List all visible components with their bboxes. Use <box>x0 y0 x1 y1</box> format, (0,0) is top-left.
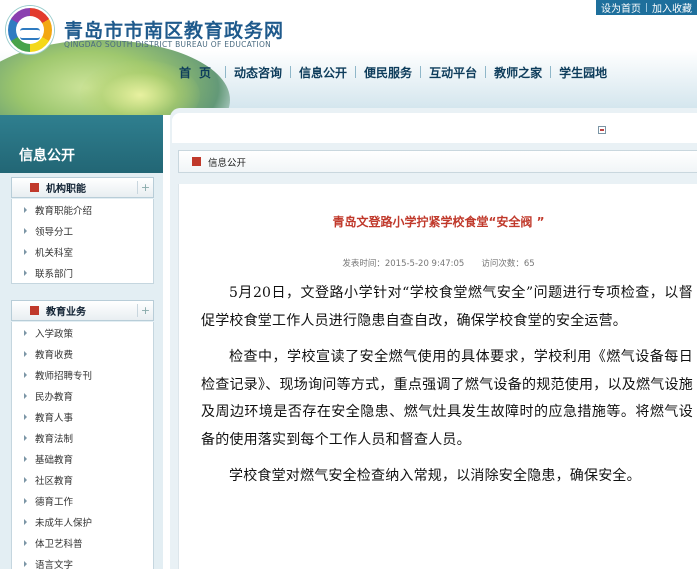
sidebar-title-text: 信息公开 <box>19 148 75 164</box>
article: 青岛文登路小学拧紧学校食堂“安全阀 ” 发表时间：2015-5-20 9:47:… <box>178 184 697 569</box>
top-links: 设为首页 加入收藏 <box>596 0 697 15</box>
sidebar-item[interactable]: 入学政策 <box>12 322 153 343</box>
sidebar-item-label: 基础教育 <box>35 454 74 466</box>
nav-students[interactable]: 学生园地 <box>551 64 615 81</box>
sidebar-item[interactable]: 体卫艺科普 <box>12 532 153 553</box>
sidebar-item-label: 联系部门 <box>35 268 74 280</box>
arrow-right-icon <box>24 476 27 483</box>
sidebar-section-agency[interactable]: 机构职能 + <box>11 177 154 198</box>
sidebar-section-label: 机构职能 <box>46 184 86 195</box>
sidebar-item[interactable]: 教育法制 <box>12 427 153 448</box>
sidebar-item-label: 社区教育 <box>35 475 74 487</box>
arrow-right-icon <box>24 227 27 234</box>
sidebar-item-label: 入学政策 <box>35 328 74 340</box>
article-meta: 发表时间：2015-5-20 9:47:05 访问次数：65 <box>342 259 535 269</box>
sidebar-item[interactable]: 机关科室 <box>12 241 153 262</box>
arrow-right-icon <box>24 329 27 336</box>
sidebar-item-label: 教育法制 <box>35 433 74 445</box>
arrow-right-icon <box>24 560 27 567</box>
sidebar-item-label: 教育职能介绍 <box>35 205 93 217</box>
sidebar-item[interactable]: 民办教育 <box>12 385 153 406</box>
arrow-right-icon <box>24 518 27 525</box>
sidebar-section-education[interactable]: 教育业务 + <box>11 300 154 321</box>
article-title: 青岛文登路小学拧紧学校食堂“安全阀 ” <box>332 215 545 229</box>
breadcrumb: 信息公开 <box>178 150 697 173</box>
print-icon[interactable] <box>598 126 606 134</box>
sidebar-item[interactable]: 未成年人保护 <box>12 511 153 532</box>
sidebar-item[interactable]: 教师招聘专刊 <box>12 364 153 385</box>
sidebar-item[interactable]: 联系部门 <box>12 262 153 283</box>
article-paragraph: 学校食堂对燃气安全检查纳入常规，以消除安全隐患，确保安全。 <box>229 468 641 484</box>
article-paragraph: 检查中，学校宣读了安全燃气使用的具体要求，学校利用《燃气设备每日检查记录》、现场… <box>201 349 693 448</box>
sidebar-item-label: 未成年人保护 <box>35 517 93 529</box>
sidebar-item-label: 体卫艺科普 <box>35 538 83 550</box>
add-favorite-link[interactable]: 加入收藏 <box>647 0 697 15</box>
sidebar-item-label: 民办教育 <box>35 391 74 403</box>
sidebar-item-label: 语言文字 <box>35 559 74 569</box>
arrow-right-icon <box>24 455 27 462</box>
nav-teachers[interactable]: 教师之家 <box>486 64 550 81</box>
expand-plus-icon[interactable]: + <box>137 304 153 317</box>
arrow-right-icon <box>24 371 27 378</box>
nav-interaction[interactable]: 互动平台 <box>421 64 485 81</box>
main-nav: 首页 动态咨询 信息公开 便民服务 互动平台 教师之家 学生园地 <box>172 60 697 84</box>
article-paragraph: 5月20日，文登路小学针对“学校食堂燃气安全”问题进行专项检查，以督促学校食堂工… <box>201 285 693 329</box>
article-body: 5月20日，文登路小学针对“学校食堂燃气安全”问题进行专项检查，以督促学校食堂工… <box>201 280 693 500</box>
expand-plus-icon[interactable]: + <box>137 181 153 194</box>
sidebar-section-education-list: 入学政策 教育收费 教师招聘专刊 民办教育 教育人事 教育法制 基础教育 社区教… <box>11 322 154 569</box>
site-title: 青岛市市南区教育政务网 <box>64 20 285 42</box>
sidebar-item[interactable]: 领导分工 <box>12 220 153 241</box>
arrow-right-icon <box>24 350 27 357</box>
sidebar-item-label: 教育收费 <box>35 349 74 361</box>
sidebar-item-label: 教育人事 <box>35 412 74 424</box>
breadcrumb-label[interactable]: 信息公开 <box>208 155 246 169</box>
set-homepage-link[interactable]: 设为首页 <box>596 0 646 15</box>
sidebar-item-label: 德育工作 <box>35 496 74 508</box>
nav-news[interactable]: 动态咨询 <box>226 64 290 81</box>
arrow-right-icon <box>24 497 27 504</box>
logo-icon <box>16 16 44 44</box>
arrow-right-icon <box>24 434 27 441</box>
section-bullet-icon <box>30 183 39 192</box>
sidebar-item[interactable]: 教育收费 <box>12 343 153 364</box>
section-bullet-icon <box>30 306 39 315</box>
nav-home[interactable]: 首页 <box>172 64 225 81</box>
arrow-right-icon <box>24 248 27 255</box>
nav-info-disclosure[interactable]: 信息公开 <box>291 64 355 81</box>
site-logo[interactable] <box>6 6 54 54</box>
sidebar-item[interactable]: 社区教育 <box>12 469 153 490</box>
arrow-right-icon <box>24 392 27 399</box>
site-header: 青岛市市南区教育政务网 QINGDAO SOUTH DISTRICT BUREA… <box>0 0 697 115</box>
sidebar-item-label: 领导分工 <box>35 226 74 238</box>
sidebar-item[interactable]: 基础教育 <box>12 448 153 469</box>
sidebar-item[interactable]: 教育人事 <box>12 406 153 427</box>
sidebar-section-label: 教育业务 <box>46 307 86 318</box>
sidebar-item[interactable]: 德育工作 <box>12 490 153 511</box>
sidebar-section-agency-list: 教育职能介绍 领导分工 机关科室 联系部门 <box>11 199 154 284</box>
arrow-right-icon <box>24 269 27 276</box>
main-top-bar <box>172 113 697 143</box>
sidebar-title: 信息公开 <box>0 115 163 173</box>
arrow-right-icon <box>24 206 27 213</box>
sidebar-item[interactable]: 语言文字 <box>12 553 153 569</box>
site-subtitle: QINGDAO SOUTH DISTRICT BUREAU OF EDUCATI… <box>64 40 272 49</box>
sidebar-item-label: 机关科室 <box>35 247 74 259</box>
sidebar-item[interactable]: 教育职能介绍 <box>12 199 153 220</box>
sidebar-item-label: 教师招聘专刊 <box>35 370 93 382</box>
breadcrumb-bullet-icon <box>192 157 201 166</box>
arrow-right-icon <box>24 413 27 420</box>
nav-services[interactable]: 便民服务 <box>356 64 420 81</box>
arrow-right-icon <box>24 539 27 546</box>
